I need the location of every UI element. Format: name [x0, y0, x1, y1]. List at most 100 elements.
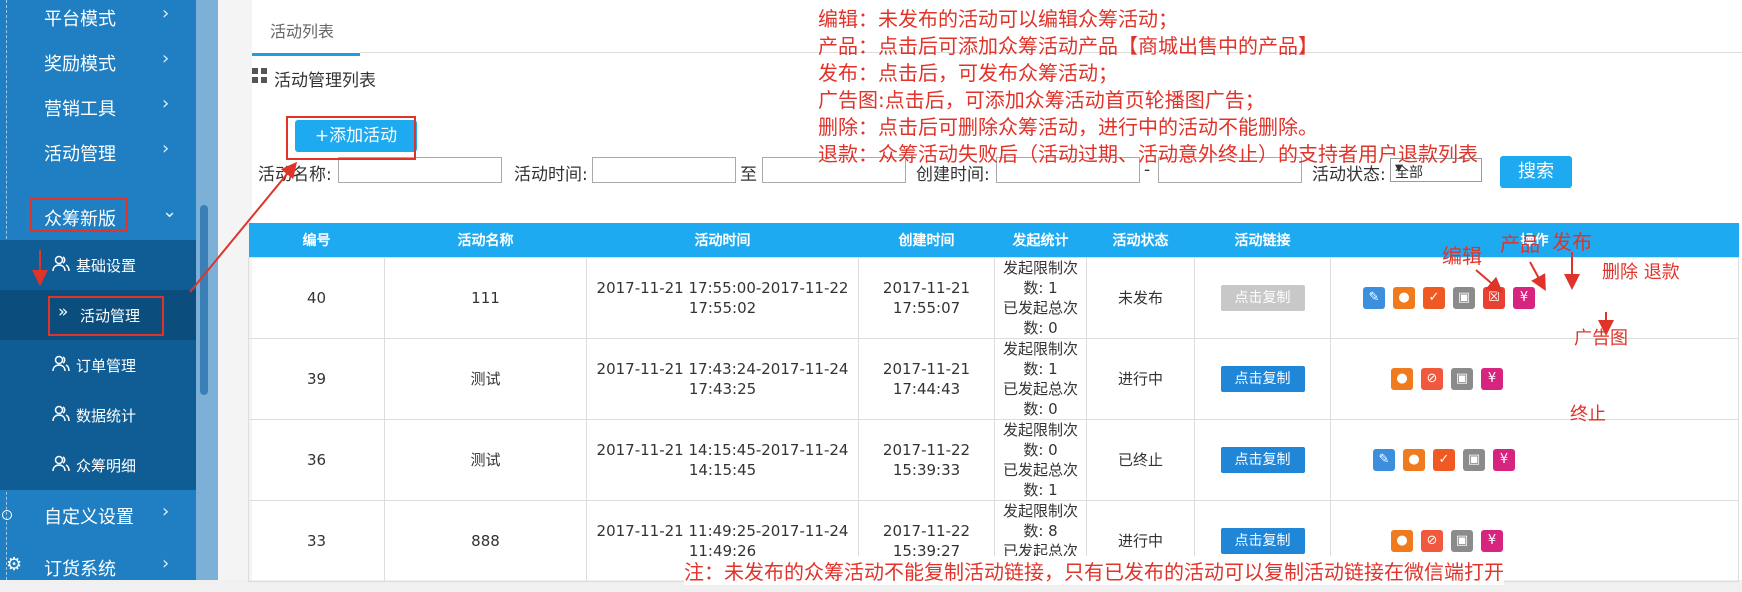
chevron-right-icon: ›	[162, 93, 170, 114]
submenu-item-order-management[interactable]: 订单管理	[0, 340, 196, 390]
header-link: 活动链接	[1194, 223, 1331, 258]
cell-name: 111	[384, 257, 587, 339]
check-icon[interactable]: ✓	[1433, 449, 1455, 471]
search-button[interactable]: 搜索	[1500, 156, 1572, 188]
menu-item-platform-mode[interactable]: 平台模式 ›	[0, 0, 196, 42]
cell-name: 888	[384, 500, 587, 582]
stop-icon[interactable]: ⊘	[1421, 368, 1443, 390]
tag-icon[interactable]: ●	[1391, 530, 1413, 552]
filter-time-label: 活动时间:	[514, 165, 588, 185]
annotation-legend: 编辑：未发布的活动可以编辑众筹活动； 产品：点击后可添加众筹活动产品【商城出售中…	[818, 6, 1478, 168]
users-icon	[52, 455, 70, 472]
tab-activity-list[interactable]: 活动列表	[252, 8, 360, 56]
activity-name-input[interactable]	[338, 157, 502, 183]
annotation-line: 广告图:点击后，可添加众筹活动首页轮播图广告；	[818, 88, 1265, 112]
tab-label: 活动列表	[270, 22, 335, 41]
copy-link-button[interactable]: 点击复制	[1220, 528, 1305, 554]
activity-table: 编号 活动名称 活动时间 创建时间 发起统计 活动状态 活动链接 操作 40 1…	[248, 223, 1739, 582]
highlight-activity-submenu	[48, 296, 164, 336]
refund-icon[interactable]: ¥	[1481, 530, 1503, 552]
tag-icon[interactable]: ●	[1403, 449, 1425, 471]
annotation-line: 发布：点击后，可发布众筹活动；	[818, 61, 1118, 85]
copy-link-button[interactable]: 点击复制	[1220, 366, 1305, 392]
header-status: 活动状态	[1086, 223, 1195, 258]
annotation-delete-refund: 删除 退款	[1602, 262, 1680, 283]
cell-time: 2017-11-21 17:55:00-2017-11-22 17:55:02	[586, 257, 859, 339]
cell-stats: 发起限制次数: 0 已发起总次数: 1	[994, 419, 1087, 501]
activity-start-time-input[interactable]	[592, 157, 736, 183]
users-icon	[52, 405, 70, 422]
filter-name-label: 活动名称:	[258, 165, 332, 185]
cell-time: 2017-11-21 14:15:45-2017-11-24 14:15:45	[586, 419, 859, 501]
copy-link-button[interactable]: 点击复制	[1220, 285, 1305, 311]
cell-name: 测试	[384, 338, 587, 420]
image-icon[interactable]: ▣	[1451, 368, 1473, 390]
stat-total: 已发起总次数: 0	[1002, 380, 1078, 418]
menu-item-custom-settings[interactable]: 自定义设置 ›	[0, 490, 196, 540]
image-icon[interactable]: ▣	[1463, 449, 1485, 471]
stat-total: 已发起总次数: 0	[1002, 299, 1078, 337]
chevron-right-icon: ›	[162, 3, 170, 24]
submenu-item-basic-settings[interactable]: 基础设置	[0, 240, 196, 290]
check-icon[interactable]: ✓	[1423, 287, 1445, 309]
submenu-item-label: 众筹明细	[76, 457, 137, 475]
stat-limit: 发起限制次数: 0	[1002, 421, 1078, 459]
submenu-item-crowdfunding-detail[interactable]: 众筹明细	[0, 440, 196, 490]
cell-link: 点击复制	[1194, 338, 1331, 420]
sidebar-scrollbar-thumb[interactable]	[200, 205, 208, 395]
submenu-item-label: 数据统计	[76, 407, 137, 425]
annotation-line: 产品：点击后可添加众筹活动产品【商城出售中的产品】	[818, 34, 1318, 58]
refund-icon[interactable]: ¥	[1513, 287, 1535, 309]
tag-icon[interactable]: ●	[1393, 287, 1415, 309]
cell-stats: 发起限制次数: 1 已发起总次数: 0	[994, 257, 1087, 339]
menu-item-activity-management[interactable]: 活动管理 ›	[0, 127, 196, 177]
section-title: 活动管理列表	[274, 71, 376, 91]
users-icon	[52, 255, 70, 272]
cell-created: 2017-11-21 17:44:43	[858, 338, 995, 420]
header-stats: 发起统计	[994, 223, 1087, 258]
annotation-edit: 编辑	[1442, 244, 1482, 268]
cell-stats: 发起限制次数: 1 已发起总次数: 0	[994, 338, 1087, 420]
image-icon[interactable]: ▣	[1451, 530, 1473, 552]
menu-item-reward-mode[interactable]: 奖励模式 ›	[0, 37, 196, 87]
stat-limit: 发起限制次数: 8	[1002, 502, 1078, 540]
stop-icon[interactable]: ⊘	[1421, 530, 1443, 552]
copy-link-button[interactable]: 点击复制	[1220, 447, 1305, 473]
menu-item-label: 活动管理	[44, 144, 116, 165]
menu-item-label: 订货系统	[44, 559, 116, 580]
submenu-item-data-statistics[interactable]: 数据统计	[0, 390, 196, 440]
cell-created: 2017-11-21 17:55:07	[858, 257, 995, 339]
menu-item-label: 自定义设置	[44, 507, 134, 528]
cell-actions: ● ⊘ ▣ ¥	[1330, 338, 1739, 420]
annotation-stop: 终止	[1570, 404, 1606, 425]
annotation-line: 编辑：未发布的活动可以编辑众筹活动；	[818, 7, 1178, 31]
header-id: 编号	[248, 223, 385, 258]
refund-icon[interactable]: ¥	[1481, 368, 1503, 390]
highlight-crowdfunding-menu	[30, 198, 128, 232]
stat-total: 已发起总次数: 1	[1002, 461, 1078, 499]
cell-link: 点击复制	[1194, 257, 1331, 339]
menu-item-marketing-tools[interactable]: 营销工具 ›	[0, 82, 196, 132]
cell-name: 测试	[384, 419, 587, 501]
cell-id: 40	[248, 257, 385, 339]
cell-id: 33	[248, 500, 385, 582]
refund-icon[interactable]: ¥	[1493, 449, 1515, 471]
chevron-right-icon: ›	[162, 501, 170, 522]
menu-item-ordering-system[interactable]: ⚙ 订货系统 ›	[0, 542, 196, 592]
menu-bullet-icon	[2, 510, 12, 520]
edit-icon[interactable]: ✎	[1373, 449, 1395, 471]
image-icon[interactable]: ▣	[1453, 287, 1475, 309]
submenu-item-label: 订单管理	[76, 357, 137, 375]
chevron-down-icon: ⌄	[162, 201, 178, 222]
stat-limit: 发起限制次数: 1	[1002, 340, 1078, 378]
content-gutter	[218, 0, 252, 580]
edit-icon[interactable]: ✎	[1363, 287, 1385, 309]
filter-to-label: 至	[740, 165, 757, 185]
trash-icon[interactable]: ☒	[1483, 287, 1505, 309]
chevron-right-icon: ›	[162, 553, 170, 574]
cell-time: 2017-11-21 17:43:24-2017-11-24 17:43:25	[586, 338, 859, 420]
annotation-product: 产品	[1500, 232, 1540, 256]
header-created: 创建时间	[858, 223, 995, 258]
stat-limit: 发起限制次数: 1	[1002, 259, 1078, 297]
tag-icon[interactable]: ●	[1391, 368, 1413, 390]
